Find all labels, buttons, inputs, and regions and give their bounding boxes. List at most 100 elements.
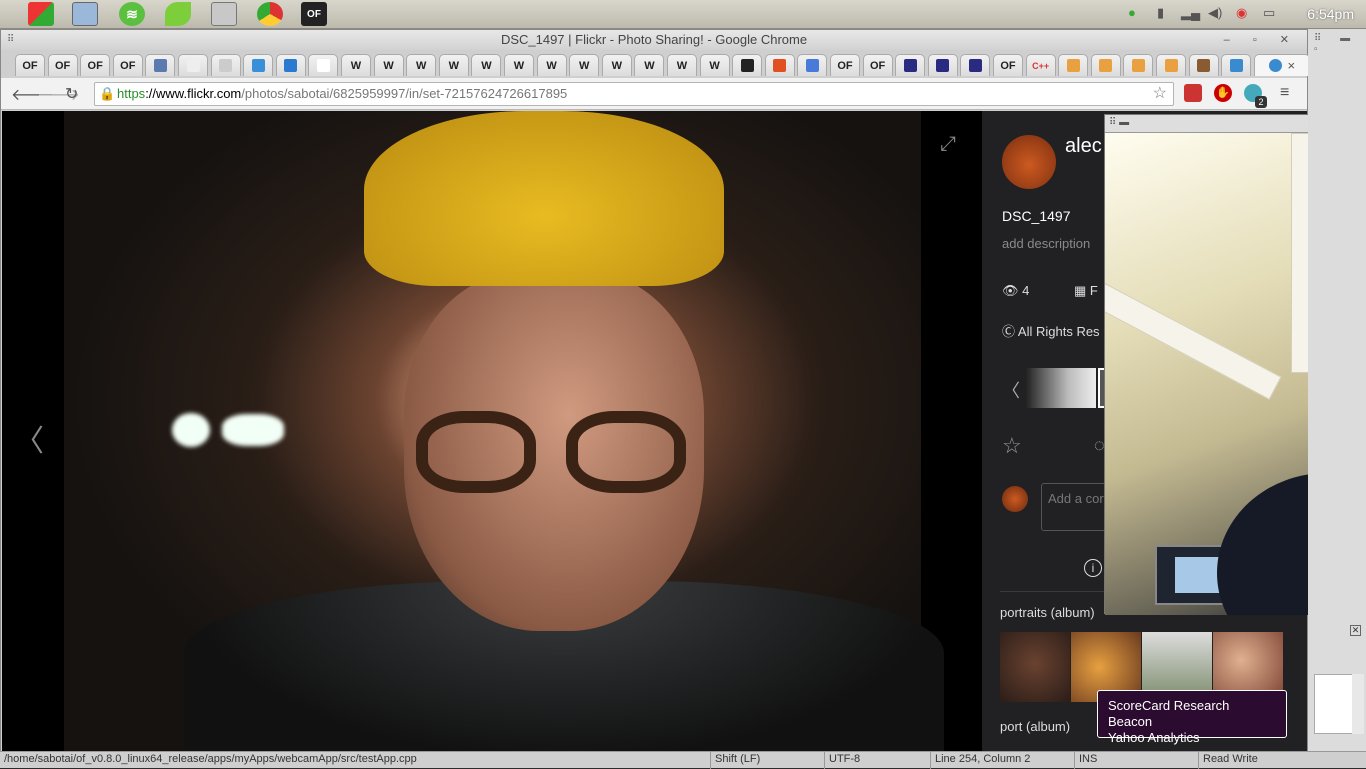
browser-tab[interactable]: OF bbox=[830, 54, 860, 76]
thumbnail[interactable] bbox=[1026, 368, 1096, 408]
chrome-tray-icon[interactable]: ◉ bbox=[1236, 5, 1247, 21]
info-icon[interactable]: i bbox=[1084, 559, 1102, 577]
chrome-icon[interactable] bbox=[257, 2, 283, 26]
file-path: /home/sabotai/of_v0.8.0_linux64_release/… bbox=[4, 753, 417, 765]
browser-tab[interactable]: W bbox=[601, 54, 632, 76]
browser-tab[interactable]: W bbox=[504, 54, 534, 76]
browser-tab[interactable] bbox=[1188, 54, 1219, 76]
browser-tab[interactable]: W bbox=[634, 54, 665, 76]
calendar-icon: ▦ bbox=[1074, 283, 1087, 298]
tab-favicon-icon bbox=[316, 59, 330, 72]
browser-tab[interactable] bbox=[797, 54, 828, 76]
browser-tab[interactable]: W bbox=[406, 54, 437, 76]
menu-icon[interactable]: ≡ bbox=[1280, 84, 1289, 102]
window-grip-icon[interactable]: ⠿ bbox=[7, 30, 14, 50]
browser-tab[interactable] bbox=[732, 54, 763, 76]
album-thumbnail[interactable] bbox=[1000, 632, 1070, 702]
browser-tab[interactable] bbox=[210, 54, 241, 76]
clock[interactable]: 6:54pm bbox=[1307, 6, 1354, 22]
read-write-mode[interactable]: Read Write bbox=[1198, 752, 1366, 769]
window-titlebar[interactable]: ⠿ DSC_1497 | Flickr - Photo Sharing! - G… bbox=[1, 30, 1307, 50]
spotify-tray-icon[interactable]: ● bbox=[1128, 5, 1136, 20]
browser-tab[interactable]: C++ bbox=[1025, 54, 1056, 76]
album-label[interactable]: portraits (album) bbox=[1000, 605, 1095, 620]
network-icon[interactable]: ▭ bbox=[1263, 5, 1275, 21]
browser-tab[interactable] bbox=[1221, 54, 1252, 76]
favorite-star-icon[interactable]: ☆ bbox=[1002, 433, 1022, 459]
signal-icon[interactable]: ▂▄ bbox=[1181, 5, 1200, 21]
line-ending[interactable]: Shift (LF) bbox=[710, 752, 822, 769]
main-photo[interactable] bbox=[64, 111, 944, 754]
adblock-icon[interactable]: ✋ bbox=[1214, 84, 1232, 102]
browser-tab[interactable] bbox=[1058, 54, 1089, 76]
user-avatar bbox=[1002, 486, 1028, 512]
browser-tab[interactable] bbox=[1090, 54, 1121, 76]
browser-tab[interactable] bbox=[145, 54, 176, 76]
address-bar[interactable]: 🔒 https://www.flickr.com/photos/sabotai/… bbox=[94, 82, 1174, 106]
volume-icon[interactable]: ◀) bbox=[1208, 5, 1222, 21]
owner-name[interactable]: alec bbox=[1065, 135, 1102, 158]
reload-icon[interactable]: ↻ bbox=[65, 84, 78, 104]
browser-tab[interactable] bbox=[275, 54, 306, 76]
add-description-link[interactable]: add description bbox=[1002, 236, 1090, 251]
tab-favicon-icon bbox=[219, 59, 233, 72]
tooltip-line: ScoreCard Research Beacon bbox=[1108, 698, 1230, 729]
close-tab-icon[interactable]: × bbox=[1288, 58, 1296, 73]
browser-tab[interactable] bbox=[895, 54, 926, 76]
browser-tab[interactable]: OF bbox=[993, 54, 1023, 76]
browser-tab[interactable]: OF bbox=[112, 54, 143, 76]
minimize-icon[interactable]: ▬ bbox=[1119, 117, 1129, 128]
active-browser-tab[interactable]: × bbox=[1253, 54, 1310, 76]
browser-tab[interactable] bbox=[764, 54, 795, 76]
browser-tab[interactable] bbox=[243, 54, 274, 76]
browser-tab[interactable]: W bbox=[341, 54, 371, 76]
browser-toolbar: 🡐 🡒 ↻ 🔒 https://www.flickr.com/photos/sa… bbox=[1, 78, 1307, 110]
browser-tab[interactable]: W bbox=[373, 54, 404, 76]
of-app-icon[interactable]: OF bbox=[301, 2, 327, 26]
browser-tab[interactable]: W bbox=[471, 54, 502, 76]
charset[interactable]: UTF-8 bbox=[824, 752, 928, 769]
browser-tab[interactable]: W bbox=[536, 54, 567, 76]
tab-favicon-icon bbox=[968, 59, 982, 72]
browser-tab[interactable] bbox=[1156, 54, 1186, 76]
browser-tab[interactable]: OF bbox=[15, 54, 45, 76]
browser-tab[interactable]: W bbox=[569, 54, 600, 76]
browser-tab[interactable] bbox=[1123, 54, 1154, 76]
bokeh-light bbox=[222, 414, 284, 446]
leaf-icon[interactable] bbox=[165, 2, 191, 26]
files-icon[interactable] bbox=[211, 2, 237, 26]
license[interactable]: Ⓒ All Rights Res bbox=[1002, 321, 1100, 340]
window-grip-icon[interactable]: ⠿ bbox=[1109, 117, 1116, 128]
browser-tab[interactable]: OF bbox=[862, 54, 893, 76]
desktop-icon[interactable] bbox=[72, 2, 98, 26]
panel-grip-icon[interactable]: ⠿ ▬ ▫ bbox=[1314, 33, 1366, 55]
tab-favicon-icon bbox=[1268, 59, 1282, 72]
browser-tab[interactable] bbox=[960, 54, 991, 76]
browser-tab[interactable]: W bbox=[699, 54, 730, 76]
scrollbar[interactable] bbox=[1352, 674, 1364, 734]
browser-tab[interactable]: W bbox=[438, 54, 469, 76]
browser-tab[interactable]: OF bbox=[80, 54, 111, 76]
browser-tab[interactable] bbox=[308, 54, 339, 76]
bookmark-star-icon[interactable]: ☆ bbox=[1153, 83, 1167, 105]
album-label[interactable]: port (album) bbox=[1000, 719, 1070, 734]
window-controls[interactable]: ‒ ▫ ✕ bbox=[1224, 30, 1299, 50]
tab-favicon-icon bbox=[903, 59, 917, 72]
previous-photo-icon[interactable]: 〈 bbox=[14, 416, 44, 460]
close-icon[interactable]: ✕ bbox=[1350, 625, 1361, 636]
expand-icon[interactable]: ⤢ bbox=[940, 133, 956, 156]
browser-tab[interactable] bbox=[178, 54, 208, 76]
thumbnail-prev-icon[interactable]: 〈 bbox=[1002, 377, 1020, 403]
battery-icon[interactable]: ▮ bbox=[1157, 5, 1164, 21]
browser-tab[interactable] bbox=[927, 54, 958, 76]
browser-tab[interactable]: OF bbox=[47, 54, 78, 76]
browser-tab[interactable]: W bbox=[667, 54, 697, 76]
owner-avatar[interactable] bbox=[1002, 135, 1056, 189]
insert-mode[interactable]: INS bbox=[1074, 752, 1196, 769]
url-scheme: https bbox=[117, 86, 146, 101]
spotify-icon[interactable]: ≋ bbox=[119, 2, 145, 26]
windows-logo-icon[interactable] bbox=[28, 2, 54, 26]
tab-favicon-icon bbox=[805, 59, 819, 72]
url-host: ://www.flickr.com bbox=[145, 86, 242, 101]
bookmark-extension-icon[interactable] bbox=[1184, 84, 1202, 102]
